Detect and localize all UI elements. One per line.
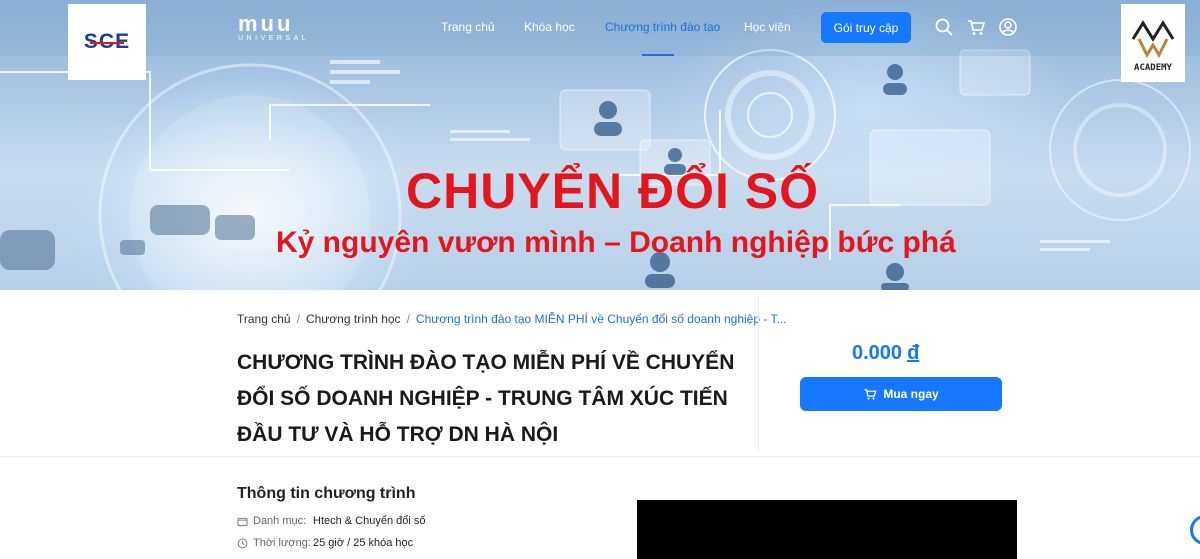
column-divider	[758, 296, 759, 452]
section-divider	[0, 456, 1200, 457]
floating-chat-button[interactable]	[1190, 515, 1200, 545]
nav-link-courses[interactable]: Khóa học	[524, 20, 575, 34]
page-title: CHƯƠNG TRÌNH ĐÀO TẠO MIỄN PHÍ VỀ CHUYỂN …	[237, 351, 735, 446]
hero-subtitle: Kỷ nguyên vươn mình – Doanh nghiệp bức p…	[276, 226, 956, 259]
top-navbar: muu UNIVERSAL Trang chủ Khóa học Chương …	[0, 0, 1200, 56]
academy-logo: ACADEMY	[1121, 4, 1185, 82]
price-value: 0.000	[852, 342, 903, 364]
sce-logo: SCE	[68, 4, 146, 80]
info-label: Danh mục:	[253, 515, 307, 527]
breadcrumb-home[interactable]: Trang chủ	[237, 312, 291, 326]
user-icon[interactable]	[998, 17, 1018, 37]
video-player[interactable]	[637, 500, 1017, 559]
info-value: 25 giờ / 25 khóa học	[313, 537, 414, 549]
cart-icon	[864, 389, 877, 400]
price-currency: đ	[907, 342, 920, 364]
cart-icon[interactable]	[966, 17, 986, 37]
breadcrumb-programs[interactable]: Chương trình học	[306, 312, 401, 326]
nav-link-home[interactable]: Trang chủ	[441, 20, 495, 34]
hero-title: CHUYỂN ĐỔI SỐ	[406, 163, 820, 219]
nav-active-indicator	[642, 54, 674, 56]
clock-icon	[237, 538, 248, 548]
info-row-category: Danh mục: Htech & Chuyển đổi số	[237, 515, 426, 527]
nav-link-programs[interactable]: Chương trình đào tạo	[605, 20, 720, 34]
nav-link-academy[interactable]: Học viện	[744, 20, 791, 34]
brand-name: muu	[238, 11, 294, 36]
folder-icon	[237, 517, 248, 526]
search-icon[interactable]	[934, 17, 954, 37]
breadcrumb-current: Chương trình đào tạo MIỄN PHÍ về Chuyển …	[415, 312, 787, 326]
brand-logo[interactable]: muu UNIVERSAL	[238, 11, 309, 42]
breadcrumb: Trang chủ / Chương trình học / Chương trình …	[237, 312, 787, 326]
brand-sub: UNIVERSAL	[238, 35, 310, 42]
program-info-title: Thông tin chương trình	[237, 485, 416, 502]
access-plan-button[interactable]: Gói truy cập	[821, 12, 911, 43]
info-value[interactable]: Htech & Chuyển đổi số	[313, 515, 426, 527]
buy-now-button[interactable]: Mua ngay	[800, 377, 1002, 411]
info-label: Thời lượng:	[253, 537, 311, 549]
academy-logo-text: ACADEMY	[1134, 63, 1172, 73]
price: 0.000 đ	[852, 342, 919, 365]
buy-now-label: Mua ngay	[883, 387, 939, 401]
academy-emblem-icon	[1131, 20, 1175, 59]
info-row-duration: Thời lượng: 25 giờ / 25 khóa học	[237, 537, 413, 549]
